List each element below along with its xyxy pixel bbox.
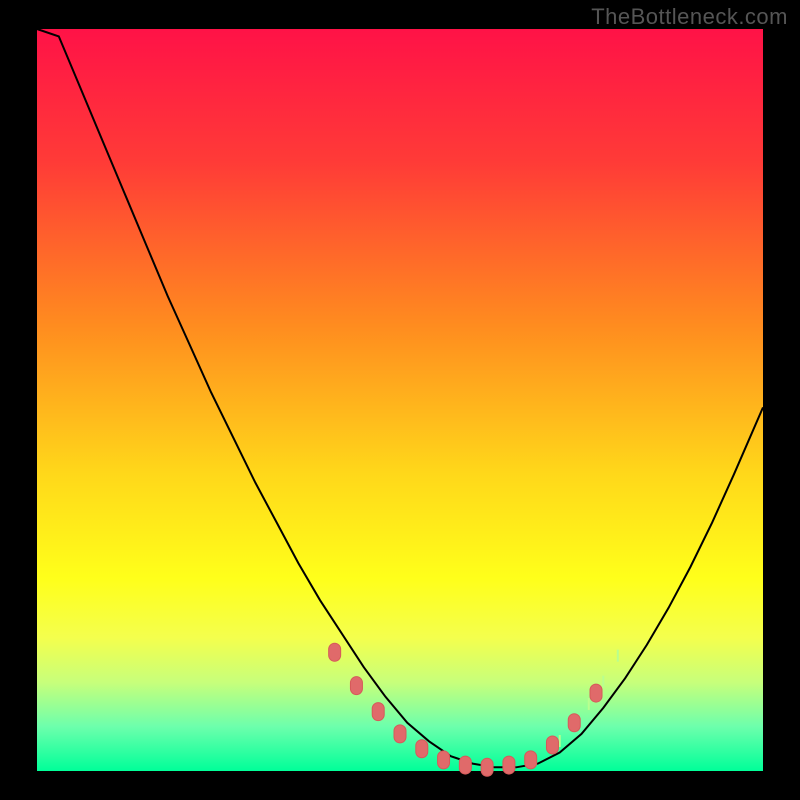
curve-marker	[416, 740, 428, 758]
curve-marker	[546, 736, 558, 754]
curve-marker	[525, 751, 537, 769]
curve-marker	[350, 677, 362, 695]
curve-marker	[372, 703, 384, 721]
chart-canvas	[0, 0, 800, 800]
curve-marker	[481, 758, 493, 776]
curve-marker	[438, 751, 450, 769]
curve-marker	[459, 756, 471, 774]
curve-marker	[503, 756, 515, 774]
curve-marker	[590, 684, 602, 702]
watermark-text: TheBottleneck.com	[591, 4, 788, 30]
curve-marker	[394, 725, 406, 743]
curve-marker	[568, 714, 580, 732]
plot-area	[37, 29, 763, 771]
curve-marker	[329, 643, 341, 661]
